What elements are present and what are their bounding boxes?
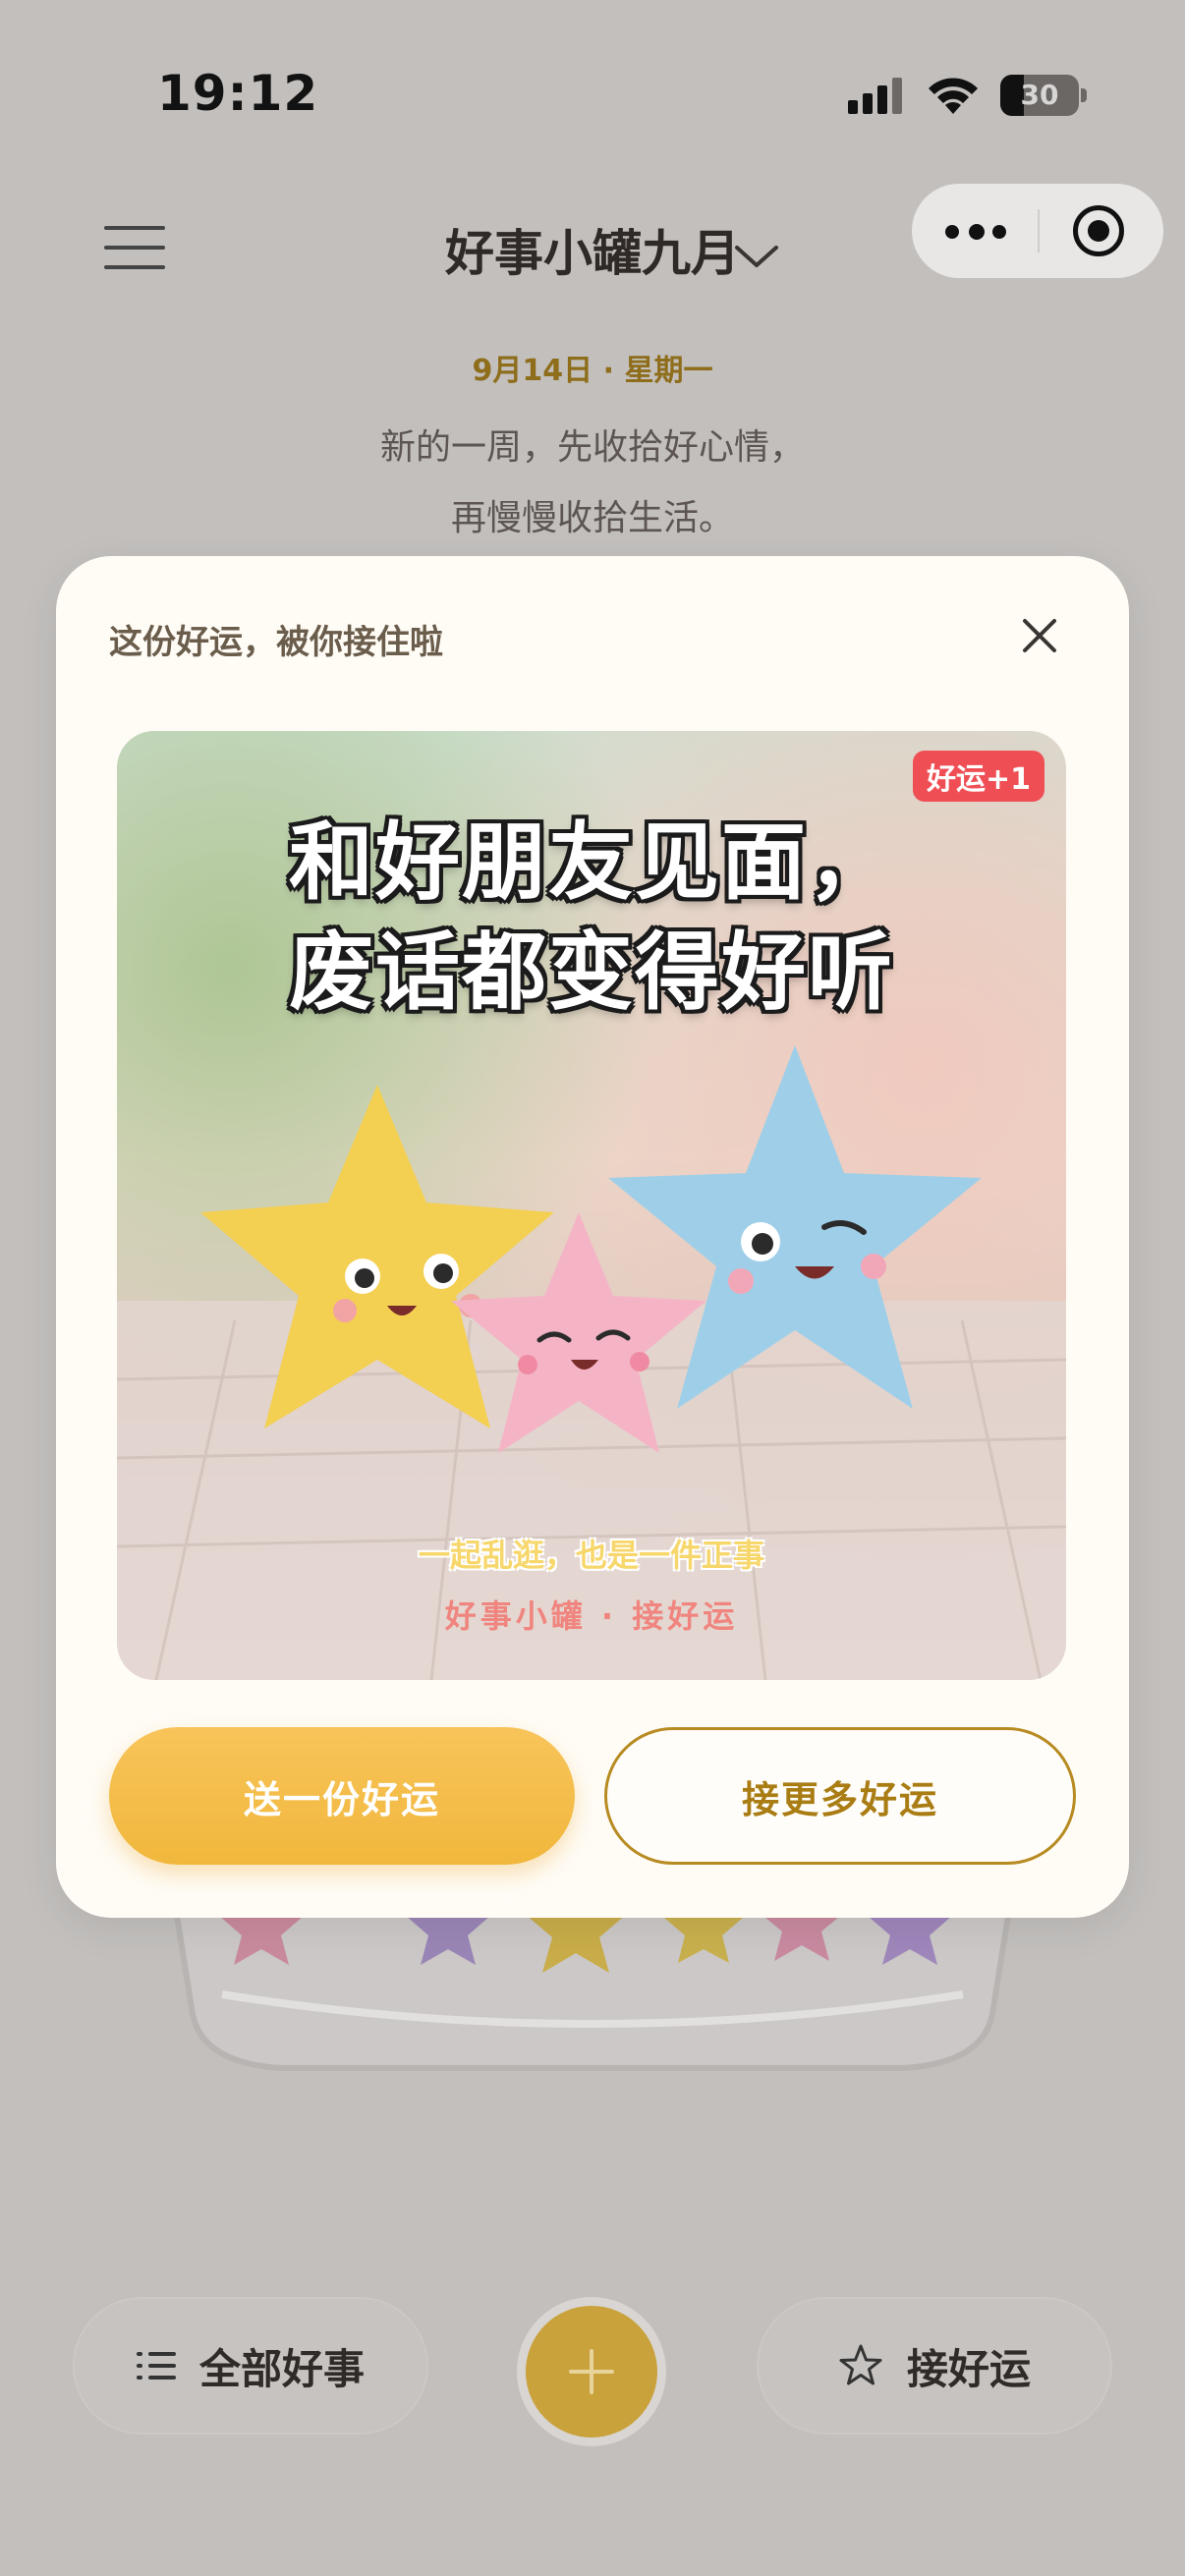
luck-card-image: 好运+1 和好朋友见面， 废话都变得好听 一起乱逛，也是一件正事 好事小罐 · … xyxy=(117,731,1066,1680)
signal-icon xyxy=(848,77,907,114)
headline-line-1: 和好朋友见面， xyxy=(289,813,894,912)
battery-percent: 30 xyxy=(1020,79,1059,111)
luck-badge: 好运+1 xyxy=(912,751,1044,802)
status-time: 19:12 xyxy=(157,65,319,122)
get-luck-label: 接好运 xyxy=(906,2344,1031,2393)
all-good-things-button[interactable]: 全部好事 xyxy=(75,2299,426,2433)
quote-line-2: 再慢慢收拾生活。 xyxy=(450,498,734,538)
card-headline: 和好朋友见面， 废话都变得好听 xyxy=(117,808,1066,1028)
luck-modal: 这份好运，被你接住啦 好运+1 和好朋友见面， 废话都变得好听 一起乱逛，也是一… xyxy=(56,556,1129,1918)
status-bar: 19:12 30 xyxy=(0,0,1185,187)
card-brand-line: 好事小罐 · 接好运 xyxy=(444,1597,739,1635)
battery-icon: 30 xyxy=(1000,75,1079,116)
get-luck-button[interactable]: 接好运 xyxy=(759,2299,1110,2433)
headline-line-2: 废话都变得好听 xyxy=(289,924,894,1022)
send-luck-button[interactable]: 送一份好运 xyxy=(109,1727,575,1865)
card-sub-caption: 一起乱逛，也是一件正事 xyxy=(418,1537,764,1574)
plus-icon xyxy=(569,2349,614,2394)
more-icon[interactable] xyxy=(945,184,1014,278)
target-icon[interactable] xyxy=(1073,205,1124,256)
modal-title: 这份好运，被你接住啦 xyxy=(109,623,443,662)
date-line: 9月14日 · 星期一 xyxy=(472,354,713,388)
close-icon[interactable] xyxy=(1017,613,1062,658)
list-icon xyxy=(136,2348,176,2383)
all-good-things-label: 全部好事 xyxy=(198,2344,365,2393)
quote-line-1: 新的一周，先收拾好心情， xyxy=(379,427,805,468)
more-luck-button[interactable]: 接更多好运 xyxy=(604,1727,1076,1865)
chevron-down-icon[interactable] xyxy=(733,242,780,271)
wifi-icon xyxy=(929,78,978,114)
mini-program-capsule xyxy=(912,184,1163,278)
star-icon xyxy=(839,2344,882,2385)
add-button[interactable] xyxy=(517,2297,666,2446)
daily-quote: 新的一周，先收拾好心情， 再慢慢收拾生活。 xyxy=(0,413,1185,554)
